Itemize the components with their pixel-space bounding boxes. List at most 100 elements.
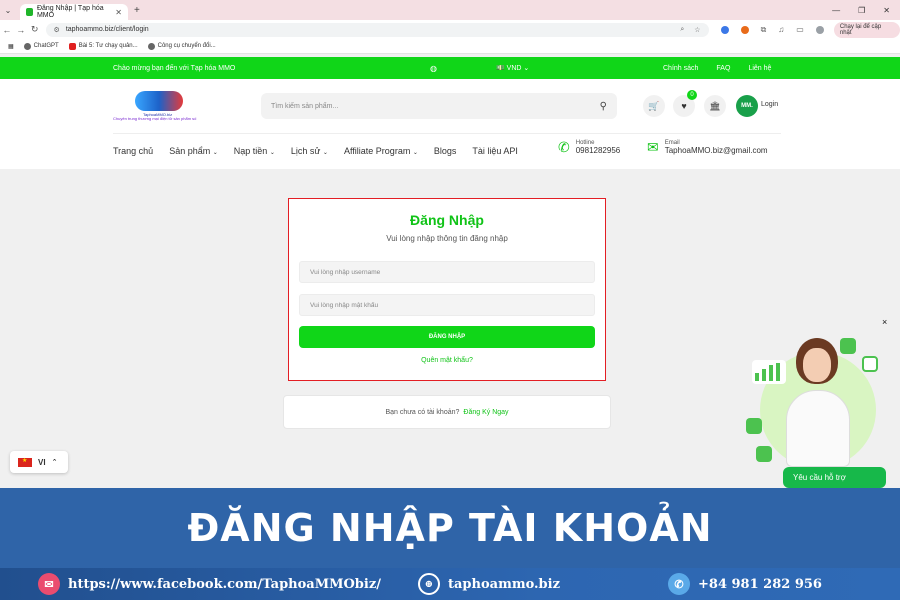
hotline-value[interactable]: 0981282956 [576, 146, 621, 155]
support-request-button[interactable]: Yêu cầu hỗ trợ [783, 467, 886, 488]
phone-item: ✆ +84 981 282 956 [668, 573, 822, 595]
vietnam-flag-icon [18, 457, 32, 467]
nav-api-docs[interactable]: Tài liệu API [472, 146, 518, 156]
forward-icon[interactable]: → [14, 25, 28, 35]
tab-title: Đăng Nhập | Tạp hóa MMO [36, 5, 104, 19]
chevron-down-icon: ⌄ [322, 150, 328, 156]
site-icon [147, 42, 155, 50]
username-field[interactable] [299, 261, 595, 283]
welcome-text: Chào mừng bạn đến với Tạp hóa MMO [113, 64, 236, 72]
phone-icon: ✆ [668, 573, 690, 595]
nav-home[interactable]: Trang chủ [113, 146, 153, 156]
browser-tab[interactable]: Đăng Nhập | Tạp hóa MMO ✕ [20, 4, 128, 20]
hotline-block: ✆ Hotline 0981282956 [558, 139, 620, 156]
support-close-icon[interactable]: × [882, 317, 887, 327]
logo-slogan: Chuyên trung thương mại điện tử sản phẩm… [113, 116, 197, 121]
nav-history[interactable]: Lịch sử ⌄ [291, 146, 328, 156]
search-icon[interactable]: ⚲ [600, 101, 607, 112]
register-prompt-text: Bạn chưa có tài khoản? [385, 408, 460, 416]
avatar[interactable]: MM. [736, 95, 758, 117]
search-badge-icon [862, 356, 878, 372]
facebook-url[interactable]: https://www.facebook.com/TaphoaMMObiz/ [68, 577, 381, 592]
apps-grid-icon[interactable]: ▦ [8, 43, 14, 50]
title-banner: ĐĂNG NHẬP TÀI KHOẢN [0, 488, 900, 568]
bank-icon[interactable]: 🏛 [704, 95, 726, 117]
header-divider [113, 133, 781, 134]
extensions-puzzle-icon[interactable]: ⧉ [761, 25, 767, 35]
nav-blogs[interactable]: Blogs [434, 146, 457, 156]
forgot-password-link[interactable]: Quên mật khẩu? [289, 357, 605, 364]
chevron-down-icon: ⌄ [212, 150, 218, 156]
mail-icon: ✉ [38, 573, 60, 595]
bookmark-item[interactable]: Công cụ chuyển đổi... [147, 42, 216, 50]
login-title: Đăng Nhập [410, 212, 484, 228]
nav-topup[interactable]: Nạp tiền ⌄ [234, 146, 275, 156]
profile-icon[interactable] [815, 25, 824, 34]
url-text: taphoammo.biz/client/login [65, 26, 149, 33]
tab-close-icon[interactable]: ✕ [115, 8, 122, 17]
address-bar[interactable]: ⚙ taphoammo.biz/client/login ⌕ ☆ [45, 22, 709, 37]
extension-icon[interactable] [740, 25, 749, 34]
login-button[interactable]: ĐĂNG NHẬP [299, 326, 595, 348]
site-favicon-icon [26, 8, 33, 16]
website-url[interactable]: taphoammo.biz [448, 577, 560, 592]
reload-icon[interactable]: ↻ [28, 24, 42, 35]
nav-affiliate[interactable]: Affiliate Program ⌄ [344, 146, 418, 156]
site-info-icon[interactable]: ⚙ [54, 26, 60, 34]
restore-icon[interactable]: ❐ [858, 6, 865, 15]
back-icon[interactable]: ← [0, 25, 14, 35]
email-block: ✉ Email TaphoaMMO.biz@gmail.com [647, 139, 768, 156]
update-button[interactable]: Chạy lại để cập nhật [833, 21, 900, 38]
contact-footer: ✉ https://www.facebook.com/TaphoaMMObiz/… [0, 568, 900, 600]
email-value[interactable]: TaphoaMMO.biz@gmail.com [665, 146, 768, 155]
register-link[interactable]: Đăng Ký Ngay [463, 409, 508, 416]
site-top-strip: Chào mừng bạn đến với Tạp hóa MMO ◍ 💵 VN… [0, 57, 900, 79]
policy-link[interactable]: Chính sách [663, 65, 698, 72]
media-icon[interactable]: ♫ [778, 25, 784, 34]
nav-products[interactable]: Sản phẩm ⌄ [169, 146, 218, 156]
bookmark-item[interactable]: Bài 5: Tư chạy quản... [68, 42, 138, 50]
search-box[interactable]: Tìm kiếm sản phẩm... ⚲ [261, 93, 617, 119]
tab-search-icon[interactable]: ⌄ [0, 6, 16, 15]
register-prompt: Bạn chưa có tài khoản? Đăng Ký Ngay [283, 395, 611, 429]
site-logo[interactable]: TaphoaMMO.biz Chuyên trung thương mại đi… [113, 91, 213, 125]
browser-tab-bar: ⌄ Đăng Nhập | Tạp hóa MMO ✕ + — ❐ ✕ [0, 0, 900, 20]
zoom-icon[interactable]: ⌕ [680, 26, 684, 34]
login-card: Đăng Nhập Vui lòng nhập thông tin đăng n… [288, 198, 606, 381]
currency-selector[interactable]: 💵 VND ⌄ [496, 64, 529, 72]
phone-number[interactable]: +84 981 282 956 [698, 577, 822, 592]
home-icon [756, 446, 772, 462]
mail-icon: ✉ [647, 139, 659, 155]
language-selector[interactable]: VI ⌃ [10, 451, 68, 473]
chat-icon [746, 418, 762, 434]
browser-toolbar: ← → ↻ ⚙ taphoammo.biz/client/login ⌕ ☆ ⧉… [0, 20, 900, 39]
window-close-icon[interactable]: ✕ [883, 6, 890, 15]
language-globe-icon[interactable]: ◍ [430, 64, 437, 73]
site-header: TaphoaMMO.biz Chuyên trung thương mại đi… [0, 79, 900, 169]
globe-icon: ⊕ [418, 573, 440, 595]
phone-icon: ✆ [558, 139, 570, 155]
chevron-up-icon: ⌃ [51, 459, 58, 466]
facebook-item: ✉ https://www.facebook.com/TaphoaMMObiz/ [38, 573, 381, 595]
minimize-icon[interactable]: — [832, 6, 840, 15]
youtube-icon [68, 42, 76, 50]
password-field[interactable] [299, 294, 595, 316]
faq-link[interactable]: FAQ [716, 65, 730, 72]
new-tab-icon[interactable]: + [134, 5, 140, 16]
support-illustration[interactable] [746, 332, 886, 468]
cart-icon[interactable]: 🛒 [643, 95, 665, 117]
bookmark-star-icon[interactable]: ☆ [694, 26, 700, 34]
website-item: ⊕ taphoammo.biz [418, 573, 560, 595]
search-placeholder: Tìm kiếm sản phẩm... [271, 102, 339, 110]
chevron-down-icon: ⌄ [269, 150, 275, 156]
logo-globe-icon [135, 91, 183, 111]
banner-title: ĐĂNG NHẬP TÀI KHOẢN [187, 506, 713, 550]
contact-link[interactable]: Liên hệ [748, 65, 771, 72]
bookmark-item[interactable]: ChatGPT [23, 42, 59, 50]
sidebar-icon[interactable]: ▭ [796, 25, 804, 34]
login-link[interactable]: Login [761, 101, 778, 108]
bookmarks-bar: ▦ ChatGPT Bài 5: Tư chạy quản... Công cụ… [0, 39, 900, 54]
chatgpt-icon [23, 42, 31, 50]
extension-icon[interactable] [720, 25, 729, 34]
wishlist-heart-icon[interactable]: ♥ 0 [673, 90, 697, 117]
